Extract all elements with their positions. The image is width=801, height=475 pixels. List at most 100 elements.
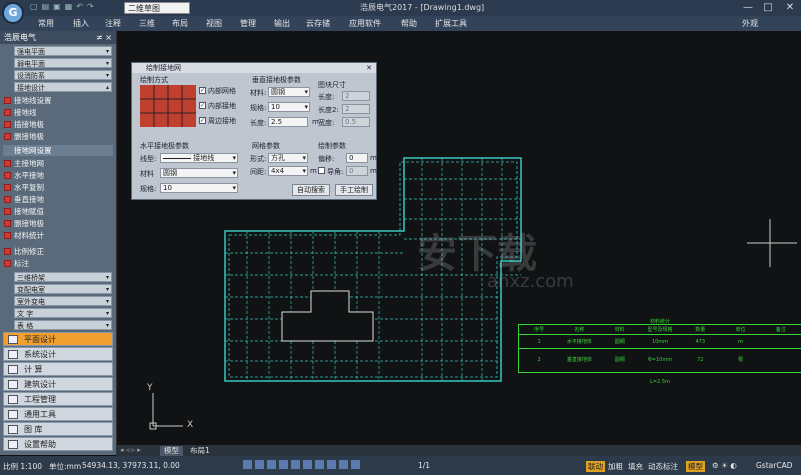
menu-cloud[interactable]: 云存储 xyxy=(306,18,330,29)
section-text[interactable]: 文 字 ▾ xyxy=(14,308,112,318)
section-grounding[interactable]: 接地设计 ▴ xyxy=(14,82,112,92)
tool-ground-line[interactable]: 接地线 xyxy=(3,107,113,118)
snap-icon[interactable] xyxy=(243,460,252,469)
lineweight-icon[interactable] xyxy=(315,460,324,469)
menu-output[interactable]: 输出 xyxy=(274,18,290,29)
title-bar: G ▢ ▤ ▣ ▦ ↶ ↷ 二维草图 浩辰电气2017 - [Drawing1.… xyxy=(0,0,801,24)
menu-layout[interactable]: 布局 xyxy=(172,18,188,29)
selection-icon[interactable] xyxy=(339,460,348,469)
undo-icon[interactable]: ↶ xyxy=(76,2,83,11)
perimeter-checkbox[interactable]: ✓ xyxy=(199,117,206,124)
spec2-select[interactable]: 10 ▾ xyxy=(160,183,238,193)
appearance-menu[interactable]: 外观 xyxy=(742,18,758,29)
len-input[interactable]: 2 xyxy=(342,91,370,101)
system-design-button[interactable]: 系统设计 xyxy=(3,347,113,361)
menu-3d[interactable]: 三维 xyxy=(139,18,155,29)
dialog-close-button[interactable]: ✕ xyxy=(366,63,372,73)
redo-icon[interactable]: ↷ xyxy=(87,2,94,11)
inner-grid-checkbox[interactable]: ✓ xyxy=(199,87,206,94)
print-icon[interactable]: ▦ xyxy=(65,2,73,11)
menu-insert[interactable]: 插入 xyxy=(73,18,89,29)
app-logo-icon[interactable]: G xyxy=(2,2,24,24)
table-cell: m xyxy=(738,339,743,345)
section-strong-current[interactable]: 强电平面 ▾ xyxy=(14,46,112,56)
project-manage-button[interactable]: 工程管理 xyxy=(3,392,113,406)
section-table[interactable]: 表 格 ▾ xyxy=(14,320,112,330)
new-icon[interactable]: ▢ xyxy=(30,2,38,11)
tool-insert-electrode[interactable]: 插接地极 xyxy=(3,119,113,130)
scale-readout[interactable]: 比例 1:100 xyxy=(3,461,42,472)
tool-delete-electrode-2[interactable]: 删接地极 xyxy=(3,218,113,229)
offset-label: 偏移: xyxy=(318,155,335,163)
menu-annotate[interactable]: 注释 xyxy=(105,18,121,29)
fill-toggle[interactable]: 填充 xyxy=(628,461,643,472)
tool-ground-line-setup[interactable]: 接地线设置 xyxy=(3,95,113,106)
grid-icon[interactable] xyxy=(255,460,264,469)
osnap-icon[interactable] xyxy=(291,460,300,469)
library-button[interactable]: 图 库 xyxy=(3,422,113,436)
otrack-icon[interactable] xyxy=(303,460,312,469)
maximize-button[interactable]: □ xyxy=(758,1,778,14)
open-icon[interactable]: ▤ xyxy=(42,2,50,11)
model-toggle[interactable]: 模型 xyxy=(686,461,705,472)
offset-input[interactable]: 0 xyxy=(346,153,368,163)
dynamic-annotation-toggle[interactable]: 动态标注 xyxy=(648,461,678,472)
workspace-selector[interactable]: 二维草图 xyxy=(124,2,190,14)
menu-home[interactable]: 常用 xyxy=(38,18,54,29)
section-substation-room[interactable]: 变配电室 ▾ xyxy=(14,284,112,294)
width-input[interactable]: 0.5 xyxy=(342,117,370,127)
link-toggle[interactable]: 联动 xyxy=(586,461,605,472)
calculate-button[interactable]: 计 算 xyxy=(3,362,113,376)
length-input[interactable]: 2.5 xyxy=(268,117,308,127)
manual-draw-button[interactable]: 手工绘制 xyxy=(335,184,373,196)
section-3d-tray[interactable]: 三维桥架 ▾ xyxy=(14,272,112,282)
linetype-label: 线型: xyxy=(140,155,157,163)
tool-horizontal-ground[interactable]: 水平接地 xyxy=(3,170,113,181)
tool-vertical-ground[interactable]: 垂直接地 xyxy=(3,194,113,205)
tab-model[interactable]: 模型 xyxy=(160,446,183,456)
polar-icon[interactable] xyxy=(279,460,288,469)
rotate-checkbox[interactable] xyxy=(318,167,325,174)
settings-help-button[interactable]: 设置帮助 xyxy=(3,437,113,451)
tab-layout1[interactable]: 布局1 xyxy=(186,446,214,456)
plan-design-button[interactable]: 平面设计 xyxy=(3,332,113,346)
building-design-button[interactable]: 建筑设计 xyxy=(3,377,113,391)
tab-nav-arrows-icon[interactable]: ◂ ◃ ▹ ▸ xyxy=(120,446,141,454)
inner-ground-checkbox[interactable]: ✓ xyxy=(199,102,206,109)
section-weak-current[interactable]: 弱电平面 ▾ xyxy=(14,58,112,68)
bold-toggle[interactable]: 加粗 xyxy=(608,461,623,472)
menu-help[interactable]: 帮助 xyxy=(401,18,417,29)
tool-material-stats[interactable]: 材料统计 xyxy=(3,230,113,241)
menu-ext-tools[interactable]: 扩展工具 xyxy=(435,18,467,29)
transparency-icon[interactable] xyxy=(327,460,336,469)
menu-manage[interactable]: 管理 xyxy=(240,18,256,29)
tool-scale-fix[interactable]: 比例修正 xyxy=(3,246,113,257)
tool-annotate[interactable]: 标注 xyxy=(3,258,113,269)
panel-pin-icon[interactable]: ≠ × xyxy=(96,31,112,44)
tool-grid-setup[interactable]: 接地网设置 xyxy=(3,145,113,156)
len2-input[interactable]: 2 xyxy=(342,104,370,114)
spacing-select[interactable]: 4x4 ▾ xyxy=(268,166,308,176)
spec-select[interactable]: 10 ▾ xyxy=(268,102,310,112)
tool-assign-values[interactable]: 接地赋值 xyxy=(3,206,113,217)
tool-horizontal-copy[interactable]: 水平复制 xyxy=(3,182,113,193)
section-outdoor-substation[interactable]: 室外变电 ▾ xyxy=(14,296,112,306)
rotate-input[interactable]: 0 xyxy=(346,166,368,176)
material2-select[interactable]: 圆钢 ▾ xyxy=(160,168,238,178)
ortho-icon[interactable] xyxy=(267,460,276,469)
linetype-select[interactable]: 接地线 ▾ xyxy=(160,153,238,163)
save-icon[interactable]: ▣ xyxy=(53,2,61,11)
menu-view[interactable]: 视图 xyxy=(206,18,222,29)
shape-select[interactable]: 方孔 ▾ xyxy=(268,153,308,163)
auto-search-button[interactable]: 自动搜索 xyxy=(292,184,330,196)
tool-delete-electrode[interactable]: 删接地极 xyxy=(3,131,113,142)
menu-apps[interactable]: 应用软件 xyxy=(349,18,381,29)
tool-main-grid[interactable]: 主接地网 xyxy=(3,158,113,169)
close-button[interactable]: ✕ xyxy=(780,1,800,14)
common-tools-button[interactable]: 通用工具 xyxy=(3,407,113,421)
annotation-scale[interactable]: 1/1 xyxy=(418,461,430,470)
material-select[interactable]: 圆钢 ▾ xyxy=(268,87,310,97)
section-fire-protection[interactable]: 设消防系 ▾ xyxy=(14,70,112,80)
minimize-button[interactable]: — xyxy=(738,1,758,14)
annotation-icon[interactable] xyxy=(351,460,360,469)
